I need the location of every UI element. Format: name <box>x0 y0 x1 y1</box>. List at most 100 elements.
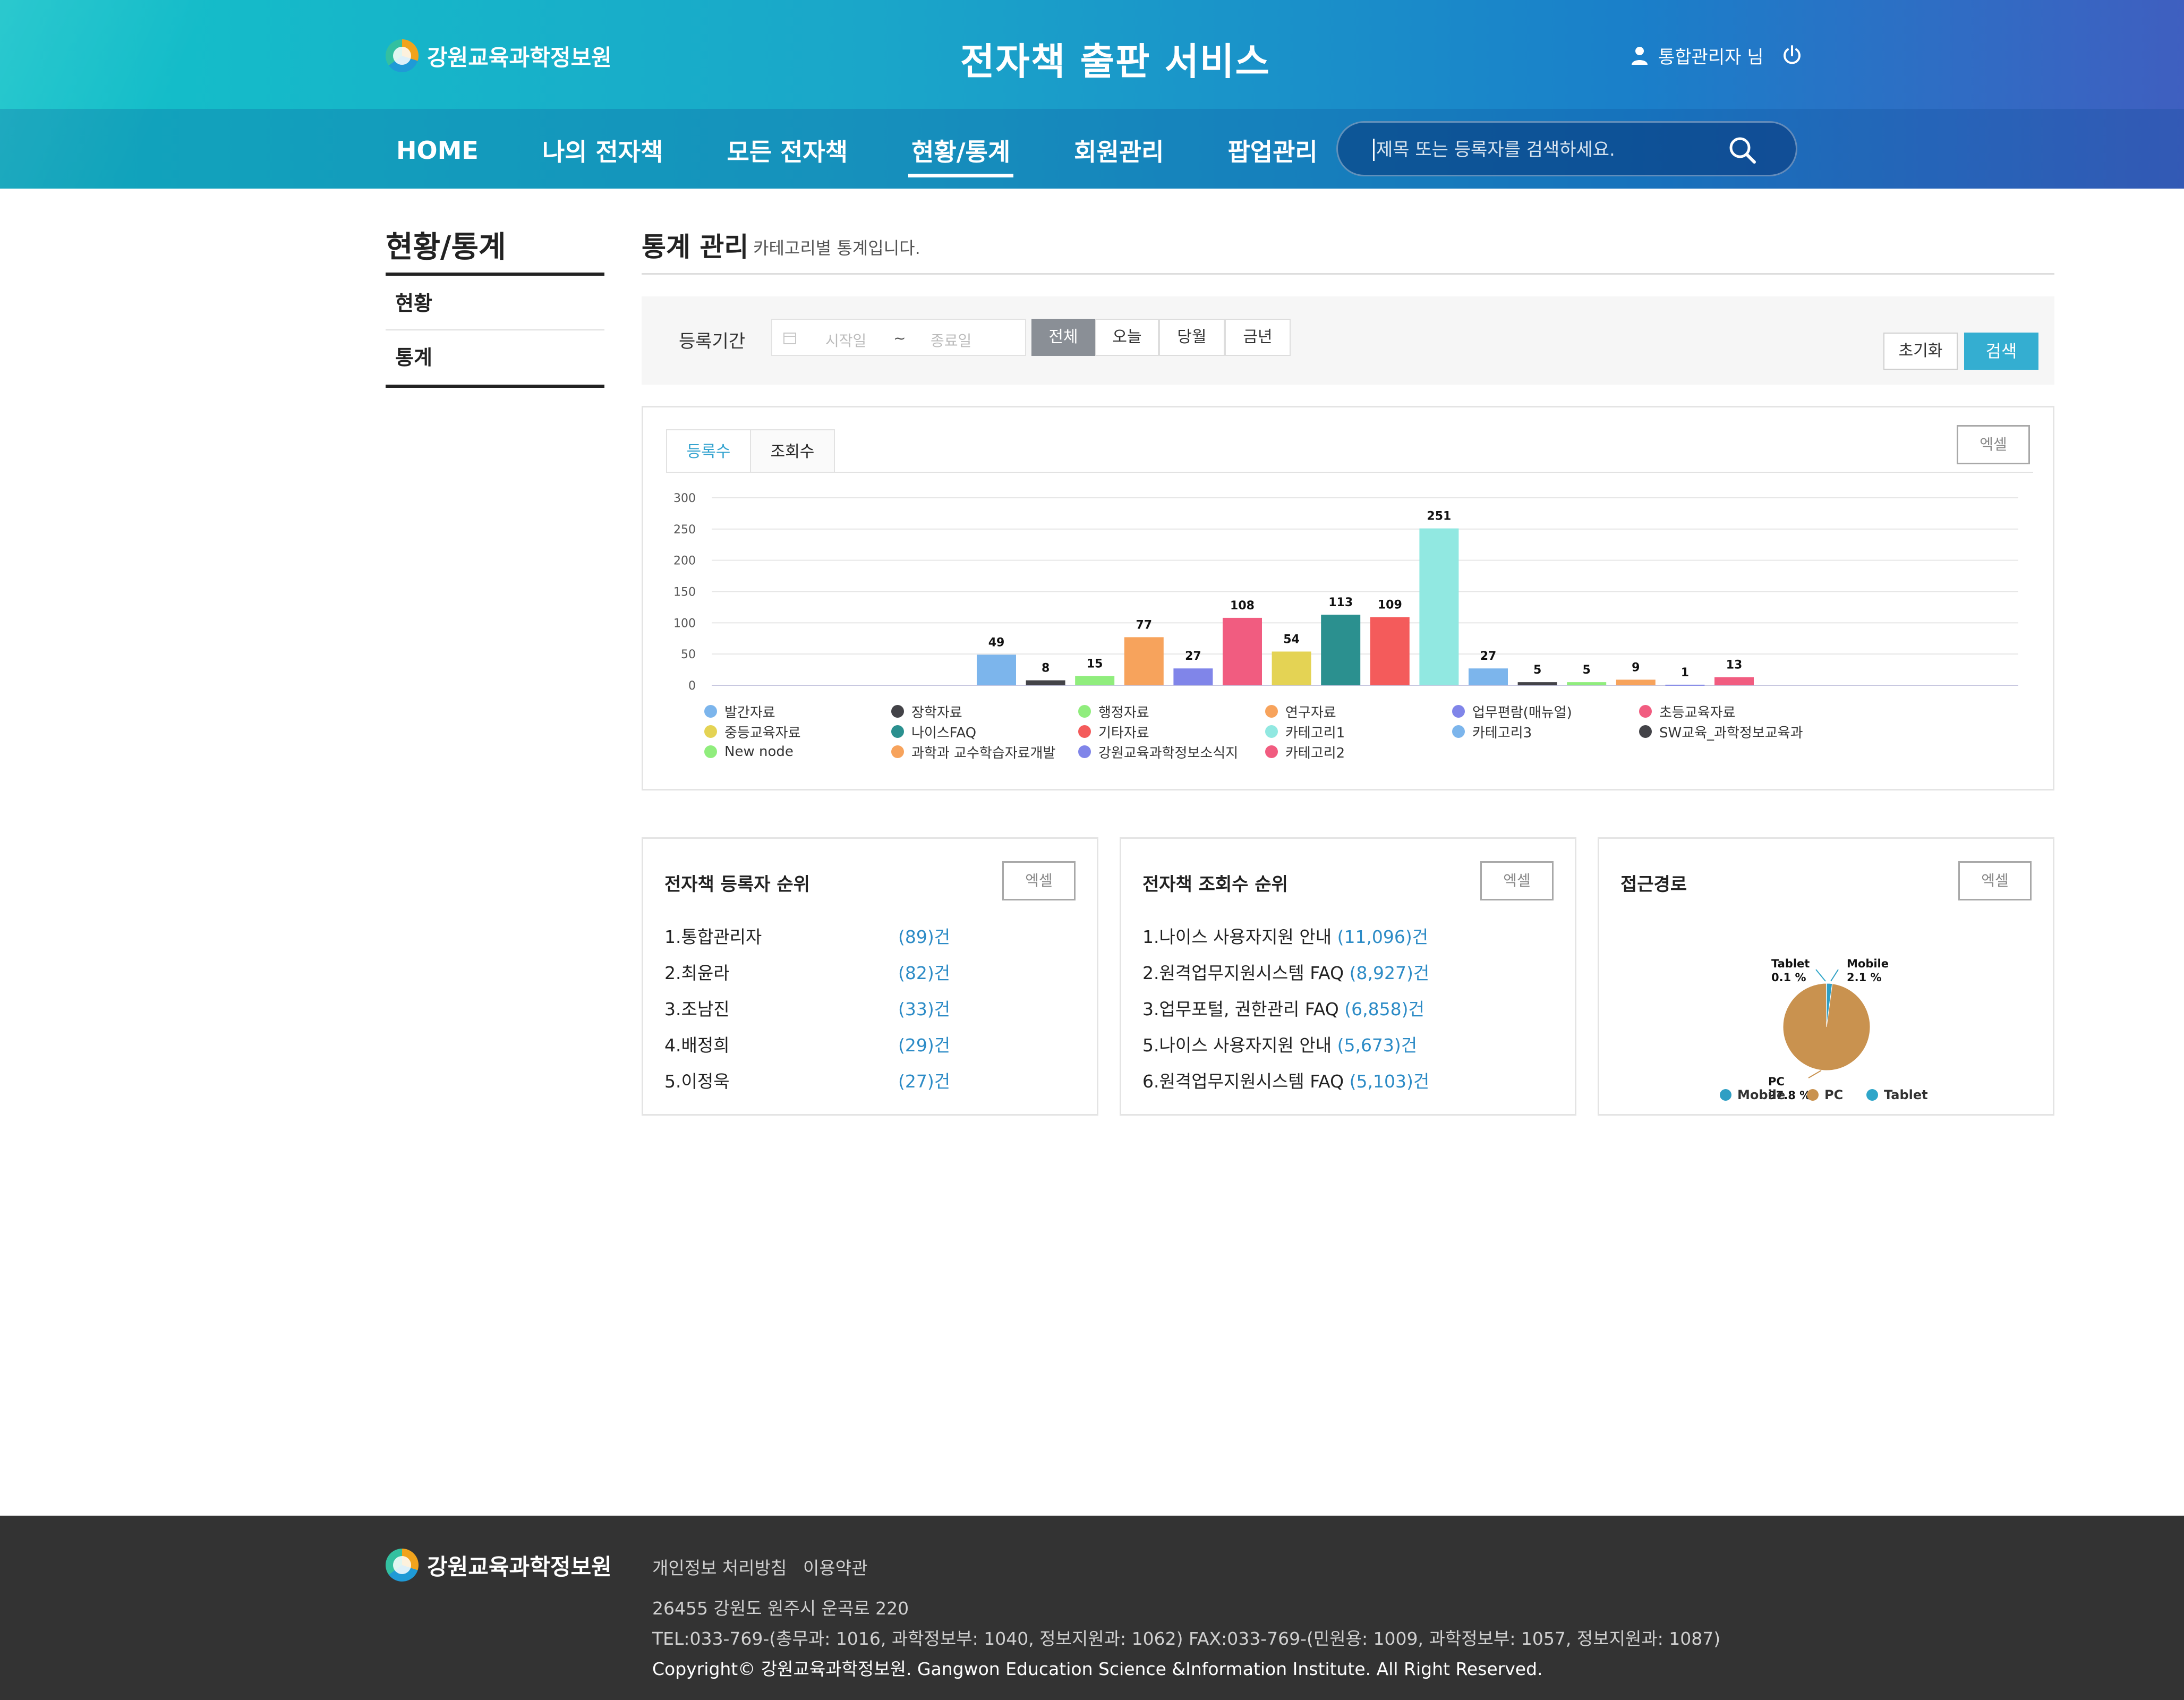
sidebar-item-status[interactable]: 현황 <box>386 276 604 330</box>
rank-name: 5.나이스 사용자지원 안내 <box>1142 1035 1332 1056</box>
legend-swatch <box>1265 745 1278 758</box>
chart-excel-button[interactable]: 엑셀 <box>1957 425 2030 464</box>
reset-button[interactable]: 초기화 <box>1883 333 1958 370</box>
legend-swatch <box>1265 705 1278 718</box>
legend-item[interactable]: SW교육_과학정보교육과 <box>1639 721 1826 742</box>
period-all-button[interactable]: 전체 <box>1031 319 1095 356</box>
legend-item[interactable]: 과학과 교수학습자료개발 <box>891 742 1078 762</box>
bar[interactable] <box>1665 684 1705 686</box>
registrant-excel-button[interactable]: 엑셀 <box>1002 861 1076 900</box>
nav-my-ebooks[interactable]: 나의 전자책 <box>542 133 663 173</box>
tab-views[interactable]: 조회수 <box>750 429 835 473</box>
legend-label: 과학과 교수학습자료개발 <box>911 745 1056 761</box>
period-today-button[interactable]: 오늘 <box>1095 319 1159 356</box>
bar-value-label: 109 <box>1378 599 1402 612</box>
rank-name: 2.원격업무지원시스템 FAQ <box>1142 963 1344 983</box>
legend-item[interactable]: 행정자료 <box>1078 701 1265 721</box>
y-tick-label: 50 <box>681 648 696 661</box>
legend-item[interactable]: 업무편람(매뉴얼) <box>1452 701 1639 721</box>
legend-swatch <box>704 745 717 758</box>
view-excel-button[interactable]: 엑셀 <box>1480 861 1554 900</box>
bar[interactable] <box>1714 677 1754 685</box>
legend-item[interactable]: 카테고리1 <box>1265 721 1452 742</box>
sidebar-item-statistics[interactable]: 통계 <box>386 330 604 385</box>
view-row[interactable]: 5.나이스 사용자지원 안내 (5,673)건 <box>1142 1031 1417 1057</box>
registrant-row: 5.이정욱 (27)건 <box>664 1067 950 1093</box>
bar[interactable] <box>1370 617 1410 685</box>
nav-members[interactable]: 회원관리 <box>1074 133 1164 173</box>
legend-item[interactable]: 장학자료 <box>891 701 1078 721</box>
bar[interactable] <box>1173 668 1213 685</box>
end-date-input[interactable]: 종료일 <box>931 329 971 351</box>
legend-label: 중등교육자료 <box>724 725 801 741</box>
search-button[interactable]: 검색 <box>1964 333 2038 370</box>
y-tick-label: 0 <box>688 679 696 693</box>
legend-item[interactable]: 나이스FAQ <box>891 721 1078 742</box>
legend-label: 초등교육자료 <box>1659 704 1736 721</box>
bar[interactable] <box>1223 617 1262 685</box>
bar[interactable] <box>1517 682 1557 685</box>
nav-popups[interactable]: 팝업관리 <box>1227 133 1317 173</box>
site-header: 강원교육과학정보원 전자책 출판 서비스 통합관리자 님 HOME 나의 전자책… <box>0 0 2184 189</box>
calendar-icon[interactable] <box>783 331 797 345</box>
rank-name: 5.이정욱 <box>664 1071 730 1092</box>
period-year-button[interactable]: 금년 <box>1225 319 1291 356</box>
view-row[interactable]: 1.나이스 사용자지원 안내 (11,096)건 <box>1142 923 1428 948</box>
pie-legend-swatch <box>1807 1089 1819 1101</box>
bar[interactable] <box>1567 682 1607 685</box>
bar[interactable] <box>977 654 1016 685</box>
legend-item[interactable]: 발간자료 <box>704 701 891 721</box>
bar[interactable] <box>1272 651 1311 685</box>
institute-logo-icon <box>386 39 419 72</box>
legend-item[interactable]: 강원교육과학정보소식지 <box>1078 742 1265 762</box>
privacy-policy-link[interactable]: 개인정보 처리방침 <box>652 1554 787 1579</box>
legend-item[interactable]: 연구자료 <box>1265 701 1452 721</box>
legend-swatch <box>891 725 904 738</box>
legend-item[interactable]: 기타자료 <box>1078 721 1265 742</box>
pie-connector <box>1830 969 1839 982</box>
legend-item[interactable]: 초등교육자료 <box>1639 701 1826 721</box>
bar[interactable] <box>1616 679 1656 685</box>
bar[interactable] <box>1026 680 1065 685</box>
rank-name: 4.배정희 <box>664 1035 730 1056</box>
header-logo[interactable]: 강원교육과학정보원 <box>386 39 612 72</box>
nav-home[interactable]: HOME <box>396 136 479 170</box>
nav-all-ebooks[interactable]: 모든 전자책 <box>727 133 848 173</box>
legend-item[interactable]: New node <box>704 742 891 762</box>
search-caret <box>1373 139 1375 161</box>
rank-count: (5,103)건 <box>1349 1071 1430 1092</box>
access-excel-button[interactable]: 엑셀 <box>1958 861 2032 900</box>
search-input[interactable] <box>1375 135 1717 164</box>
rank-count: (29)건 <box>898 1035 951 1056</box>
legend-swatch <box>1639 725 1652 738</box>
nav-statistics[interactable]: 현황/통계 <box>908 133 1014 177</box>
bar[interactable] <box>1419 528 1459 685</box>
legend-item[interactable]: 중등교육자료 <box>704 721 891 742</box>
search-box <box>1336 121 1797 176</box>
pie-connector <box>1808 1070 1822 1078</box>
view-row[interactable]: 3.업무포털, 권한관리 FAQ (6,858)건 <box>1142 995 1424 1021</box>
legend-item[interactable]: 카테고리2 <box>1265 742 1452 762</box>
legend-item[interactable]: 카테고리3 <box>1452 721 1639 742</box>
date-range-field[interactable]: 시작일 ~ 종료일 <box>771 319 1026 356</box>
access-path-pie-chart: Mobile2.1 %PC97.8 %Tablet0.1 %Mobile PC Ta… <box>1720 957 1928 1102</box>
view-row[interactable]: 2.원격업무지원시스템 FAQ (8,927)건 <box>1142 959 1429 984</box>
bar[interactable] <box>1124 637 1164 685</box>
logout-icon[interactable] <box>1781 45 1803 67</box>
tab-registrations[interactable]: 등록수 <box>666 429 751 473</box>
footer-logo-icon <box>386 1549 419 1582</box>
legend-label: 나이스FAQ <box>911 725 977 741</box>
bar[interactable] <box>1469 668 1508 685</box>
sidebar-top-divider <box>386 273 604 276</box>
search-icon[interactable] <box>1727 134 1759 166</box>
bar[interactable] <box>1075 676 1115 685</box>
footer-logo-text: 강원교육과학정보원 <box>427 1553 612 1580</box>
bar[interactable] <box>1321 615 1361 685</box>
view-row[interactable]: 6.원격업무지원시스템 FAQ (5,103)건 <box>1142 1067 1429 1093</box>
rank-count: (11,096)건 <box>1337 926 1429 947</box>
period-month-button[interactable]: 당월 <box>1159 319 1225 356</box>
rank-name: 1.나이스 사용자지원 안내 <box>1142 926 1332 947</box>
start-date-input[interactable]: 시작일 <box>825 329 866 351</box>
terms-link[interactable]: 이용약관 <box>803 1554 867 1579</box>
sidebar-title: 현황/통계 <box>386 230 506 265</box>
